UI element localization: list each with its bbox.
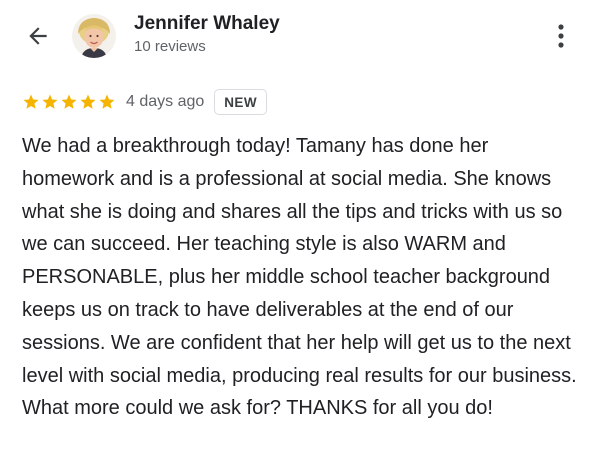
more-options-button[interactable]	[548, 18, 574, 54]
star-icon	[42, 94, 58, 109]
more-vertical-icon	[558, 24, 564, 48]
back-button[interactable]	[20, 18, 56, 54]
star-icon	[99, 94, 115, 109]
avatar-image	[72, 14, 116, 58]
rating-row: 4 days ago NEW	[22, 86, 267, 118]
star-icon	[80, 94, 96, 109]
reviewer-review-count: 10 reviews	[134, 38, 206, 55]
review-text: We had a breakthrough today! Tamany has …	[22, 135, 577, 420]
arrow-back-icon	[29, 27, 47, 45]
review-date: 4 days ago	[126, 93, 205, 110]
star-icon	[61, 94, 77, 109]
reviewer-avatar[interactable]	[72, 14, 116, 58]
star-rating	[22, 93, 116, 111]
new-badge: NEW	[214, 89, 267, 115]
star-icon	[23, 94, 39, 109]
review-header: Jennifer Whaley 10 reviews	[0, 0, 600, 80]
reviewer-name[interactable]: Jennifer Whaley	[134, 13, 280, 35]
